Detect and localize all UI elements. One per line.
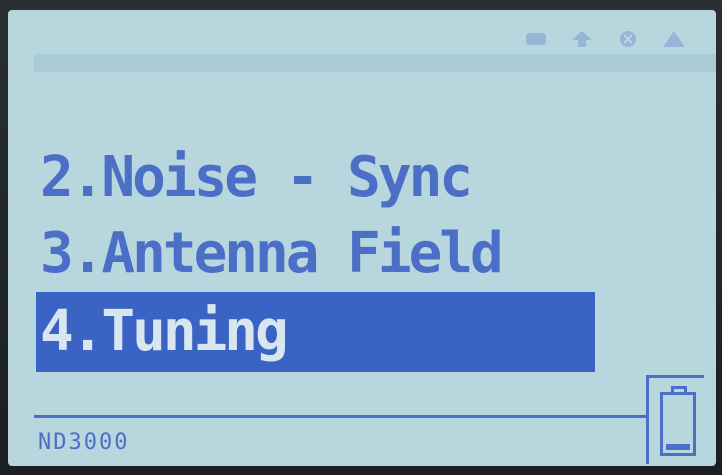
main-menu: 2.Noise - Sync 3.Antenna Field 4.Tuning [36,140,596,372]
footer-divider [34,415,646,418]
battery-level-fill [666,444,690,450]
battery-icon [660,386,696,456]
menu-item-tuning[interactable]: 4.Tuning [36,292,595,372]
menu-item-noise-sync[interactable]: 2.Noise - Sync [36,140,596,216]
status-icons [524,30,686,48]
status-strip [34,54,716,72]
lcd-screen: 2.Noise - Sync 3.Antenna Field 4.Tuning … [8,10,716,466]
device-bezel: 2.Noise - Sync 3.Antenna Field 4.Tuning … [0,0,722,475]
device-icon [524,30,548,48]
up-arrow-icon [570,30,594,48]
close-circle-icon [616,30,640,48]
device-model-label: ND3000 [38,430,130,455]
menu-item-antenna-field[interactable]: 3.Antenna Field [36,216,596,292]
warning-triangle-icon [662,30,686,48]
